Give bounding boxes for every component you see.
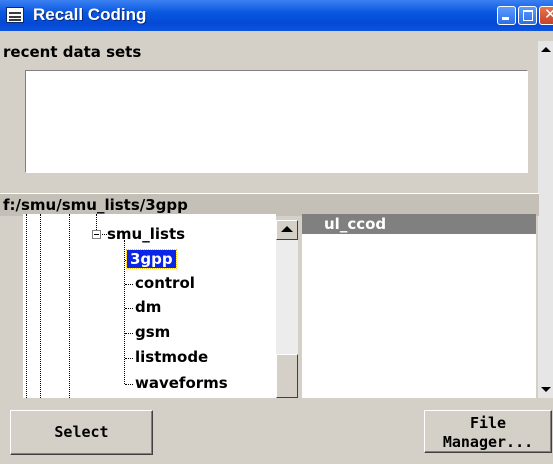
tree-node-3gpp[interactable]: 3gpp [126,249,177,269]
file-item-ul-ccod[interactable]: ul_ccod [302,214,536,234]
window-title: Recall Coding [33,5,147,24]
app-window-icon [6,7,24,23]
tree-node-control[interactable]: control [135,274,195,292]
file-manager-button[interactable]: File Manager... [424,410,552,453]
tree-scrollbar[interactable] [276,220,298,398]
maximize-icon[interactable] [518,6,537,25]
recent-data-sets-list[interactable] [25,70,528,173]
current-path: f:/smu/smu_lists/3gpp [0,193,539,216]
close-icon[interactable]: ✕ [539,5,553,25]
directory-tree[interactable]: smu_lists 3gpp control dm gsm listmode w… [23,214,276,398]
tree-node-gsm[interactable]: gsm [135,323,170,341]
tree-scroll-thumb[interactable] [276,354,298,398]
recent-data-sets-label: recent data sets [0,41,533,63]
tree-node-waveforms[interactable]: waveforms [135,374,228,392]
scroll-down-icon[interactable] [538,381,553,398]
minimize-icon[interactable] [497,6,516,25]
tree-node-dm[interactable]: dm [135,298,161,316]
select-button[interactable]: Select [10,410,153,455]
tree-scroll-up-icon[interactable] [276,220,298,240]
main-scrollbar[interactable] [538,41,553,398]
recall-coding-dialog: Recall Coding ✕ recent data sets f:/smu/… [0,0,553,464]
title-bar[interactable]: Recall Coding ✕ [0,0,553,31]
button-bar: Select File Manager... [0,398,553,464]
tree-node-listmode[interactable]: listmode [135,348,208,366]
scroll-up-icon[interactable] [538,41,553,58]
tree-node-smu-lists[interactable]: smu_lists [107,225,185,243]
collapse-icon[interactable] [92,230,101,239]
file-list[interactable]: ul_ccod [302,214,536,398]
